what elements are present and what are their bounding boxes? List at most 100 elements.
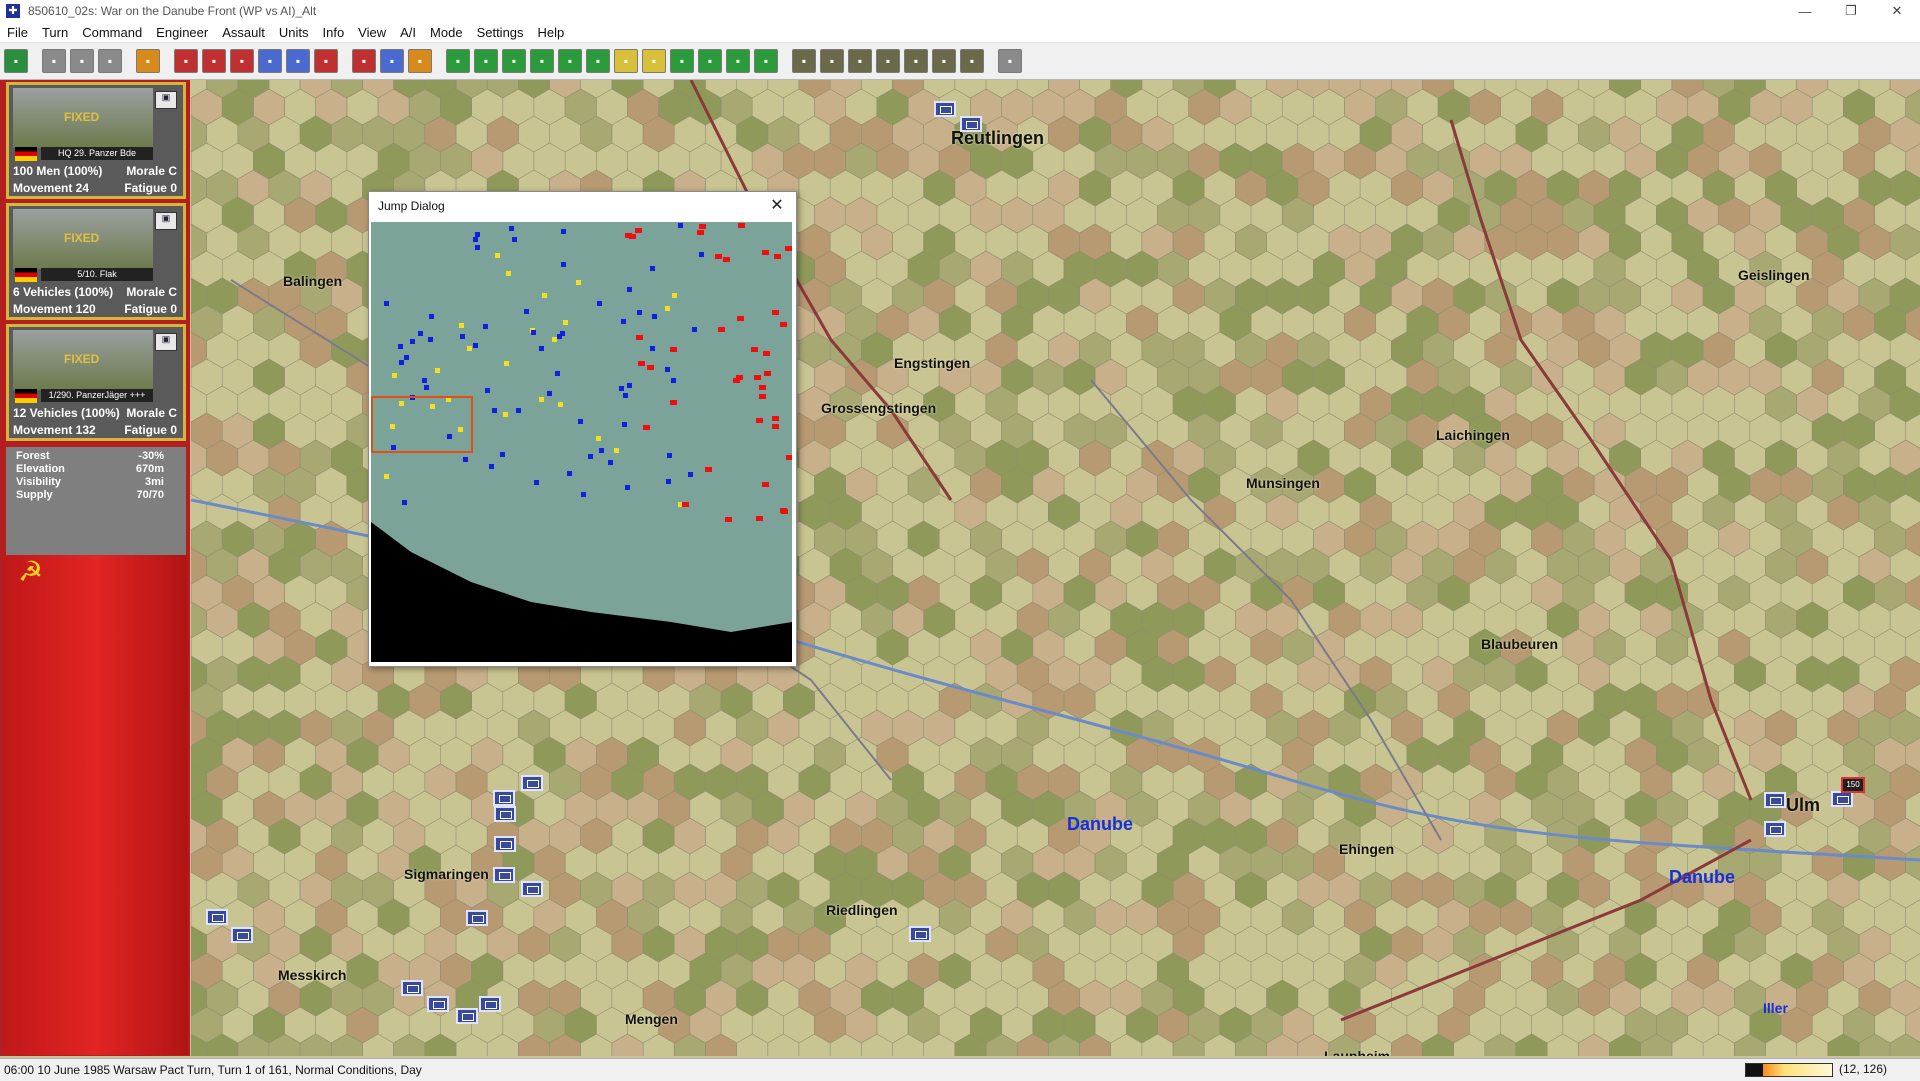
nato-unit-counter[interactable] bbox=[909, 926, 931, 942]
nato-unit-counter[interactable] bbox=[427, 996, 449, 1012]
menu-help[interactable]: Help bbox=[531, 25, 572, 40]
folder-icon: ▪ bbox=[79, 54, 85, 68]
minimap-unit-marker bbox=[561, 262, 566, 267]
nato-unit-counter[interactable] bbox=[231, 927, 253, 943]
terrain-button[interactable]: ▪ bbox=[558, 49, 582, 73]
layer-icon: ▪ bbox=[679, 54, 685, 68]
unit-bar-icon: ▪ bbox=[623, 54, 629, 68]
nato-unit-counter[interactable] bbox=[206, 909, 228, 925]
monitor-button[interactable]: ▪ bbox=[698, 49, 722, 73]
wp-unit-counter[interactable]: 150 bbox=[1841, 777, 1865, 793]
menu-mode[interactable]: Mode bbox=[423, 25, 470, 40]
clear-button[interactable]: ▪ bbox=[42, 49, 66, 73]
close-button[interactable]: ✕ bbox=[1874, 0, 1920, 22]
nato-unit-counter[interactable] bbox=[494, 836, 516, 852]
unit-info-button[interactable]: ▣ bbox=[155, 212, 177, 230]
minimap-unit-marker bbox=[614, 448, 619, 453]
unit-card-panzerjager[interactable]: FIXED ▣ 1/290. PanzerJäger +++ 12 Vehicl… bbox=[6, 324, 186, 441]
jump-minimap[interactable] bbox=[371, 222, 792, 662]
unit-info-button[interactable]: ▣ bbox=[155, 91, 177, 109]
unit-bar-button[interactable]: ▪ bbox=[614, 49, 638, 73]
nato-unit-counter[interactable] bbox=[521, 775, 543, 791]
menu-view[interactable]: View bbox=[351, 25, 393, 40]
strength-button[interactable]: ▪ bbox=[202, 49, 226, 73]
target-button[interactable]: ▪ bbox=[4, 49, 28, 73]
org-chart-button[interactable]: ▪ bbox=[932, 49, 956, 73]
nato-unit-counter[interactable] bbox=[466, 910, 488, 926]
unit-card-hq[interactable]: FIXED ▣ HQ 29. Panzer Bde 100 Men (100%)… bbox=[6, 82, 186, 199]
menu-units[interactable]: Units bbox=[272, 25, 316, 40]
bridge-button[interactable]: ▪ bbox=[904, 49, 928, 73]
help-button[interactable]: ▪ bbox=[998, 49, 1022, 73]
globe-icon: ▪ bbox=[389, 54, 395, 68]
binoculars-button[interactable]: ▪ bbox=[820, 49, 844, 73]
objective-icon: ▪ bbox=[651, 54, 657, 68]
unit-u-button[interactable]: ▪ bbox=[848, 49, 872, 73]
crossed-swords-button[interactable]: ▪ bbox=[286, 49, 310, 73]
minimap-unit-marker bbox=[597, 301, 602, 306]
nato-unit-counter[interactable] bbox=[493, 790, 515, 806]
nato-unit-counter[interactable] bbox=[479, 996, 501, 1012]
unit-movement: Movement 120 bbox=[13, 302, 96, 316]
nato-unit-counter[interactable] bbox=[456, 1008, 478, 1024]
globe-button[interactable]: ▪ bbox=[380, 49, 404, 73]
nato-unit-counter[interactable] bbox=[934, 101, 956, 117]
circle-button[interactable]: ▪ bbox=[876, 49, 900, 73]
minimap-unit-marker bbox=[552, 337, 557, 342]
menu-file[interactable]: File bbox=[0, 25, 35, 40]
minimap-unit-marker bbox=[524, 309, 529, 314]
folder-button[interactable]: ▪ bbox=[70, 49, 94, 73]
unit-info-button[interactable]: ▣ bbox=[155, 333, 177, 351]
unit-info-button[interactable]: ▪ bbox=[136, 49, 160, 73]
unit-fatigue: Fatigue 0 bbox=[124, 423, 177, 437]
attack-icon: ▪ bbox=[239, 54, 245, 68]
layer-button[interactable]: ▪ bbox=[670, 49, 694, 73]
lock-button[interactable]: ▪ bbox=[792, 49, 816, 73]
nato-unit-counter[interactable] bbox=[521, 881, 543, 897]
minimap-unit-marker bbox=[650, 266, 655, 271]
unit-card-flak[interactable]: FIXED ▣ 5/10. Flak 6 Vehicles (100%) Mor… bbox=[6, 203, 186, 320]
menu-turn[interactable]: Turn bbox=[35, 25, 75, 40]
menu-assault[interactable]: Assault bbox=[215, 25, 272, 40]
nato-unit-counter[interactable] bbox=[1831, 791, 1853, 807]
zoom-in-button[interactable]: ▪ bbox=[446, 49, 470, 73]
restore-button[interactable]: ❐ bbox=[1828, 0, 1874, 22]
book-button[interactable]: ▪ bbox=[960, 49, 984, 73]
minimize-button[interactable]: — bbox=[1782, 0, 1828, 22]
menu-ai[interactable]: A/I bbox=[393, 25, 423, 40]
list-button[interactable]: ▪ bbox=[314, 49, 338, 73]
frame-button[interactable]: ▪ bbox=[530, 49, 554, 73]
dialog-close-button[interactable]: ✕ bbox=[764, 194, 790, 218]
map-button[interactable]: ▪ bbox=[726, 49, 750, 73]
menu-engineer[interactable]: Engineer bbox=[149, 25, 215, 40]
objective-button[interactable]: ▪ bbox=[642, 49, 666, 73]
nato-unit-counter[interactable] bbox=[1764, 792, 1786, 808]
jump-map-button[interactable]: ▪ bbox=[754, 49, 778, 73]
minimap-unit-marker bbox=[422, 378, 427, 383]
save-button[interactable]: ▪ bbox=[98, 49, 122, 73]
target-icon: ▪ bbox=[13, 54, 19, 68]
menu-settings[interactable]: Settings bbox=[470, 25, 531, 40]
minimap-enemy-marker bbox=[786, 455, 792, 460]
nato-unit-counter[interactable] bbox=[493, 867, 515, 883]
nato-unit-counter[interactable] bbox=[960, 116, 982, 132]
minimap-unit-marker bbox=[581, 492, 586, 497]
germany-flag-icon bbox=[15, 147, 37, 161]
scroll-button[interactable]: ▪ bbox=[408, 49, 432, 73]
flag-button[interactable]: ▪ bbox=[586, 49, 610, 73]
org-chart-icon: ▪ bbox=[941, 54, 947, 68]
zoom-out-button[interactable]: ▪ bbox=[474, 49, 498, 73]
no-move-button[interactable]: ▪ bbox=[352, 49, 376, 73]
menu-command[interactable]: Command bbox=[75, 25, 149, 40]
nato-unit-counter[interactable] bbox=[1764, 821, 1786, 837]
nato-unit-counter[interactable] bbox=[401, 980, 423, 996]
menu-info[interactable]: Info bbox=[315, 25, 351, 40]
attack-button[interactable]: ▪ bbox=[230, 49, 254, 73]
nato-unit-counter[interactable] bbox=[494, 806, 516, 822]
hex-map[interactable]: Reutlingen Balingen Engstingen Grossengs… bbox=[191, 80, 1920, 1056]
heart-button[interactable]: ▪ bbox=[174, 49, 198, 73]
minimap-unit-marker bbox=[625, 485, 630, 490]
hex-grid-button[interactable]: ▪ bbox=[502, 49, 526, 73]
minimap-enemy-marker bbox=[754, 375, 761, 380]
arrow-right-button[interactable]: ▪ bbox=[258, 49, 282, 73]
